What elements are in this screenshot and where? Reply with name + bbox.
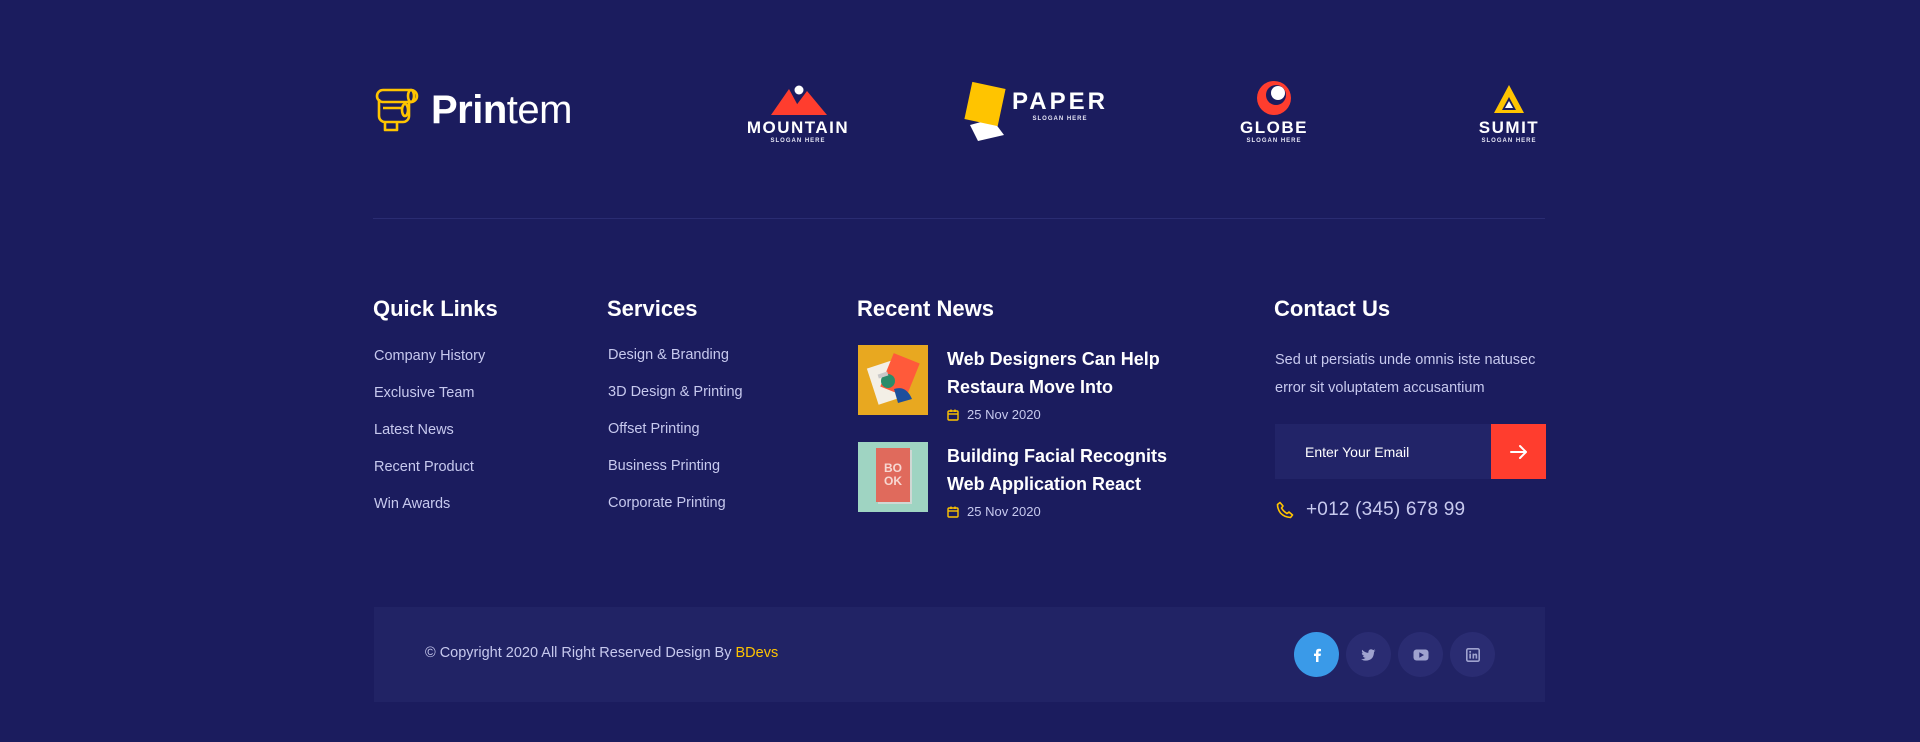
logo-text-strong: Prin — [431, 88, 507, 132]
arrow-right-icon — [1509, 444, 1527, 459]
news-body: Building Facial Recognits Web Applicatio… — [947, 442, 1187, 519]
linkedin-button[interactable] — [1450, 632, 1495, 677]
service-link[interactable]: Design & Branding — [608, 347, 729, 363]
quick-links-list: Company History Exclusive Team Latest Ne… — [373, 347, 573, 532]
column-title: Recent News — [857, 296, 994, 321]
contact-phone[interactable]: +012 (345) 678 99 — [1274, 499, 1546, 521]
services-column: Services Design & Branding 3D Design & P… — [607, 296, 827, 531]
news-date-text: 25 Nov 2020 — [967, 504, 1041, 519]
quick-link[interactable]: Exclusive Team — [374, 385, 474, 401]
copyright-label: © Copyright 2020 All Right Reserved Desi… — [425, 645, 736, 661]
brand-name: MOUNTAIN — [746, 118, 850, 137]
brochure-image — [866, 353, 920, 405]
service-item: 3D Design & Printing — [607, 383, 827, 420]
svg-text:BO: BO — [884, 461, 902, 475]
column-title: Services — [607, 296, 698, 321]
service-link[interactable]: 3D Design & Printing — [608, 384, 743, 400]
youtube-icon — [1413, 649, 1428, 660]
recent-news-column: Recent News Web Designers Can Help Resta… — [857, 296, 1197, 519]
quick-link-item: Recent Product — [373, 458, 573, 495]
quick-link[interactable]: Win Awards — [374, 496, 450, 512]
book-cover-image: BO OK — [876, 448, 912, 504]
quick-link[interactable]: Latest News — [374, 422, 454, 438]
social-links — [1294, 632, 1495, 677]
quick-link-item: Win Awards — [373, 495, 573, 532]
linkedin-icon — [1465, 647, 1480, 662]
news-thumbnail[interactable] — [858, 345, 928, 415]
brand-logo-mountain[interactable]: MOUNTAIN SLOGAN HERE — [745, 76, 851, 144]
youtube-button[interactable] — [1398, 632, 1443, 677]
mountain-icon — [771, 85, 827, 115]
quick-link-item: Company History — [373, 347, 573, 384]
newsletter-form — [1275, 424, 1546, 479]
paper-roll-icon — [375, 88, 419, 132]
service-item: Design & Branding — [607, 346, 827, 383]
designer-link[interactable]: BDevs — [736, 645, 779, 661]
contact-column: Contact Us Sed ut persiatis unde omnis i… — [1274, 296, 1546, 521]
subscribe-button[interactable] — [1491, 424, 1546, 479]
phone-icon — [1276, 501, 1294, 519]
column-title: Quick Links — [373, 296, 498, 321]
news-title[interactable]: Building Facial Recognits Web Applicatio… — [947, 442, 1187, 498]
facebook-icon — [1313, 648, 1321, 662]
globe-icon — [1257, 81, 1291, 115]
service-link[interactable]: Corporate Printing — [608, 495, 726, 511]
service-item: Offset Printing — [607, 420, 827, 457]
news-title[interactable]: Web Designers Can Help Restaura Move Int… — [947, 345, 1187, 401]
brand-slogan: SLOGAN HERE — [1246, 138, 1302, 144]
services-list: Design & Branding 3D Design & Printing O… — [607, 346, 827, 531]
triangle-icon — [1494, 85, 1524, 113]
brand-logo-globe[interactable]: GLOBE SLOGAN HERE — [1237, 76, 1311, 144]
copyright-bar: © Copyright 2020 All Right Reserved Desi… — [374, 607, 1545, 702]
brand-name: SUMIT — [1478, 118, 1540, 137]
news-date: 25 Nov 2020 — [947, 407, 1187, 422]
brand-row: Printem MOUNTAIN SLOGAN HERE PAPER SLOGA… — [373, 0, 1545, 220]
news-item[interactable]: Web Designers Can Help Restaura Move Int… — [857, 345, 1187, 422]
brand-logo-sumit[interactable]: SUMIT SLOGAN HERE — [1471, 76, 1547, 144]
service-link[interactable]: Offset Printing — [608, 421, 700, 437]
brand-text: PAPER SLOGAN HERE — [1012, 88, 1108, 123]
brand-slogan: SLOGAN HERE — [1481, 138, 1537, 144]
paper-icon — [964, 81, 1006, 141]
phone-number: +012 (345) 678 99 — [1306, 499, 1466, 520]
brand-name: PAPER — [1012, 88, 1108, 115]
copyright-text: © Copyright 2020 All Right Reserved Desi… — [425, 645, 778, 661]
calendar-icon — [947, 409, 959, 421]
service-item: Business Printing — [607, 457, 827, 494]
quick-link[interactable]: Company History — [374, 348, 485, 364]
twitter-icon — [1361, 648, 1376, 661]
news-date-text: 25 Nov 2020 — [967, 407, 1041, 422]
column-title: Contact Us — [1274, 296, 1391, 321]
twitter-button[interactable] — [1346, 632, 1391, 677]
logo-text: Printem — [431, 90, 572, 130]
brand-name: GLOBE — [1240, 118, 1308, 137]
contact-description: Sed ut persiatis unde omnis iste natusec… — [1275, 352, 1536, 396]
news-date: 25 Nov 2020 — [947, 504, 1187, 519]
quick-link[interactable]: Recent Product — [374, 459, 474, 475]
quick-link-item: Exclusive Team — [373, 384, 573, 421]
svg-text:OK: OK — [884, 474, 902, 488]
brand-logo-paper[interactable]: PAPER SLOGAN HERE — [964, 76, 1108, 144]
quick-link-item: Latest News — [373, 421, 573, 458]
quick-links-column: Quick Links Company History Exclusive Te… — [373, 296, 573, 532]
brand-slogan: SLOGAN HERE — [1032, 116, 1088, 122]
facebook-button[interactable] — [1294, 632, 1339, 677]
news-thumbnail[interactable]: BO OK — [858, 442, 928, 512]
news-item[interactable]: BO OK Building Facial Recognits Web Appl… — [857, 442, 1187, 519]
service-item: Corporate Printing — [607, 494, 827, 531]
divider — [373, 218, 1545, 219]
brand-slogan: SLOGAN HERE — [770, 138, 826, 144]
email-input[interactable] — [1275, 424, 1491, 479]
calendar-icon — [947, 506, 959, 518]
news-body: Web Designers Can Help Restaura Move Int… — [947, 345, 1187, 422]
service-link[interactable]: Business Printing — [608, 458, 720, 474]
logo-text-light: tem — [506, 88, 573, 132]
site-logo[interactable]: Printem — [373, 84, 572, 136]
